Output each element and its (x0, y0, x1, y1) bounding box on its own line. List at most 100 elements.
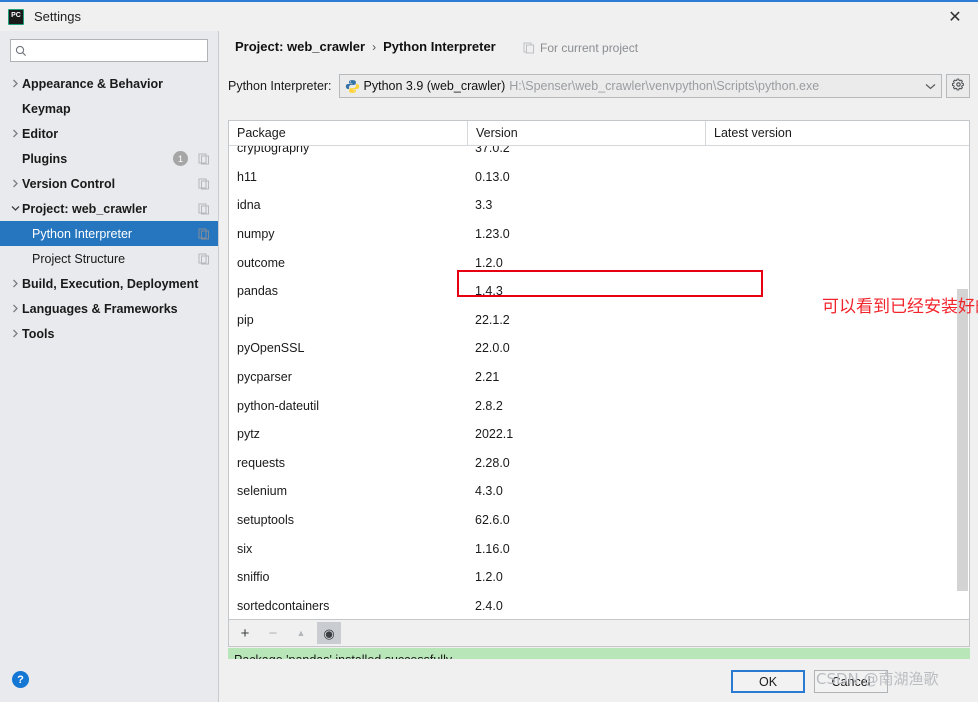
table-row[interactable]: sortedcontainers 2.4.0 (229, 592, 969, 620)
package-name-cell: pip (237, 312, 254, 327)
version-cell: 3.3 (475, 198, 493, 213)
table-row[interactable]: pytz 2022.1 (229, 420, 969, 449)
sidebar-item-project-structure[interactable]: Project Structure (0, 246, 218, 271)
search-input[interactable] (31, 41, 207, 60)
packages-scrollbar-thumb[interactable] (957, 289, 968, 591)
copy-icon (523, 42, 535, 54)
upgrade-package-icon: ▲ (296, 627, 306, 638)
sidebar-item-plugins[interactable]: Plugins 1 (0, 146, 218, 171)
package-name-cell: pytz (237, 427, 260, 442)
column-header-version[interactable]: Version (467, 121, 705, 145)
version-cell: 62.6.0 (475, 513, 510, 528)
sidebar-item-editor[interactable]: Editor (0, 121, 218, 146)
chevron-right-icon[interactable] (8, 304, 22, 313)
table-row[interactable]: sniffio 1.2.0 (229, 563, 969, 592)
title-bar: Settings ✕ (0, 2, 978, 31)
version-cell: 1.2.0 (475, 255, 503, 270)
version-cell: 1.16.0 (475, 541, 510, 556)
table-row[interactable]: selenium 4.3.0 (229, 477, 969, 506)
show-early-releases-button[interactable]: ◉ (317, 622, 341, 644)
upgrade-package-button: ▲ (289, 622, 313, 644)
window-title: Settings (34, 9, 81, 24)
table-row[interactable]: numpy 1.23.0 (229, 220, 969, 249)
sidebar-item-keymap[interactable]: Keymap (0, 96, 218, 121)
table-row[interactable]: pycparser 2.21 (229, 363, 969, 392)
dialog-footer: ? OK Cancel (0, 659, 978, 702)
sidebar-item-label: Keymap (22, 101, 71, 116)
table-row[interactable]: setuptools 62.6.0 (229, 506, 969, 535)
package-name-cell: pyOpenSSL (237, 341, 305, 356)
breadcrumb-parent[interactable]: Project: web_crawler (235, 39, 365, 54)
version-cell: 1.23.0 (475, 227, 510, 242)
cancel-button[interactable]: Cancel (814, 670, 888, 693)
table-row[interactable]: cryptography 37.0.2 (229, 146, 969, 163)
close-icon[interactable]: ✕ (932, 2, 978, 31)
breadcrumb: Project: web_crawler › Python Interprete… (235, 39, 496, 54)
settings-window: Settings ✕ Appearance & Behavior Keymap Ed… (0, 0, 978, 702)
sidebar-item-python-interpreter[interactable]: Python Interpreter (0, 221, 218, 246)
chevron-right-icon[interactable] (8, 329, 22, 338)
package-name-cell: cryptography (237, 146, 310, 156)
sidebar-item-label: Languages & Frameworks (22, 301, 178, 316)
breadcrumb-current: Python Interpreter (383, 39, 496, 54)
package-name-cell: sniffio (237, 570, 270, 585)
package-name-cell: selenium (237, 484, 288, 499)
table-row[interactable]: h11 0.13.0 (229, 163, 969, 192)
interpreter-select[interactable]: Python 3.9 (web_crawler) H:\Spenser\web_… (338, 74, 942, 98)
chevron-down-icon[interactable] (919, 83, 941, 90)
column-header-package[interactable]: Package (229, 121, 467, 145)
version-cell: 22.1.2 (475, 312, 510, 327)
chevron-right-icon[interactable] (8, 79, 22, 88)
interpreter-settings-button[interactable] (946, 74, 970, 98)
pycharm-icon (8, 8, 24, 25)
sidebar-item-languages-frameworks[interactable]: Languages & Frameworks (0, 296, 218, 321)
sidebar-item-label: Build, Execution, Deployment (22, 276, 199, 291)
sidebar-item-tools[interactable]: Tools (0, 321, 218, 346)
copy-icon[interactable] (198, 178, 210, 190)
copy-icon[interactable] (198, 228, 210, 240)
column-header-latest-version[interactable]: Latest version (705, 121, 969, 145)
chevron-down-icon[interactable] (8, 204, 22, 213)
copy-icon[interactable] (198, 203, 210, 215)
copy-icon[interactable] (198, 153, 210, 165)
sidebar-item-appearance-behavior[interactable]: Appearance & Behavior (0, 71, 218, 96)
interpreter-path: H:\Spenser\web_crawler\venvpython\Script… (509, 79, 820, 93)
sidebar-item-build-execution-deployment[interactable]: Build, Execution, Deployment (0, 271, 218, 296)
package-toolbar: + − ▲ ◉ (228, 620, 970, 647)
sidebar-item-project-web-crawler[interactable]: Project: web_crawler (0, 196, 218, 221)
interpreter-label: Python Interpreter: (228, 79, 332, 93)
table-row[interactable]: six 1.16.0 (229, 534, 969, 563)
sidebar-item-version-control[interactable]: Version Control (0, 171, 218, 196)
chevron-right-icon[interactable] (8, 129, 22, 138)
version-cell: 2.21 (475, 370, 500, 385)
ok-button[interactable]: OK (731, 670, 805, 693)
packages-scrollbar[interactable] (956, 147, 969, 619)
table-row[interactable]: outcome 1.2.0 (229, 248, 969, 277)
version-cell: 22.0.0 (475, 341, 510, 356)
table-row[interactable]: requests 2.28.0 (229, 449, 969, 478)
sidebar-item-label: Version Control (22, 176, 116, 191)
table-row[interactable]: idna 3.3 (229, 191, 969, 220)
sidebar-item-label: Appearance & Behavior (22, 76, 164, 91)
interpreter-row: Python Interpreter: Python 3.9 (web_craw… (228, 73, 970, 99)
package-name-cell: numpy (237, 227, 275, 242)
sidebar-item-label: Python Interpreter (32, 226, 133, 241)
interpreter-name: Python 3.9 (web_crawler) (363, 79, 506, 93)
package-name-cell: pandas (237, 284, 279, 299)
breadcrumb-separator-icon: › (372, 39, 377, 54)
search-box[interactable] (10, 39, 208, 62)
version-cell: 0.13.0 (475, 169, 510, 184)
add-package-button[interactable]: + (233, 622, 257, 644)
chevron-right-icon[interactable] (8, 179, 22, 188)
version-cell: 1.2.0 (475, 570, 503, 585)
copy-icon[interactable] (198, 253, 210, 265)
sidebar-item-label: Project: web_crawler (22, 201, 148, 216)
table-row[interactable]: python-dateutil 2.8.2 (229, 391, 969, 420)
add-package-icon: + (240, 624, 250, 642)
gear-icon (951, 78, 965, 94)
table-row[interactable]: pyOpenSSL 22.0.0 (229, 334, 969, 363)
settings-tree: Appearance & Behavior Keymap Editor Plugins… (0, 71, 218, 346)
help-icon[interactable]: ? (12, 671, 29, 688)
sidebar-item-label: Project Structure (32, 251, 126, 266)
chevron-right-icon[interactable] (8, 279, 22, 288)
